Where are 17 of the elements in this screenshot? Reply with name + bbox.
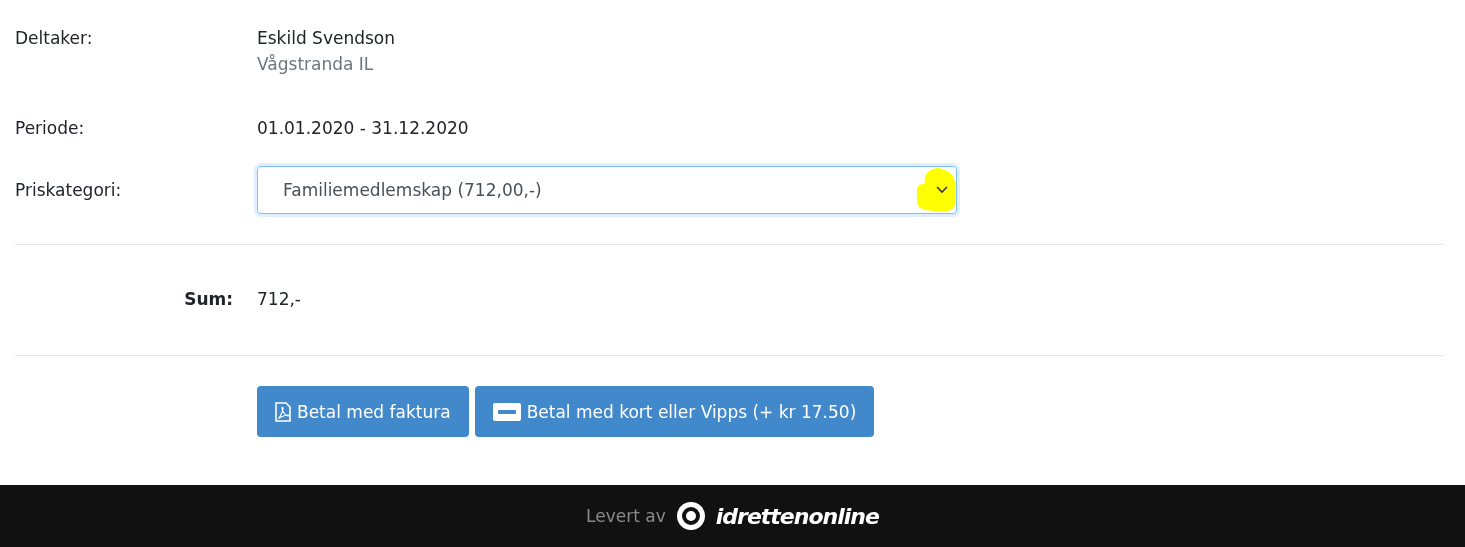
pdf-file-icon xyxy=(275,401,291,422)
price-category-select[interactable]: Familiemedlemskap (712,00,-) xyxy=(257,166,957,214)
participant-name: Eskild Svendson xyxy=(257,28,395,48)
target-logo-icon xyxy=(675,501,706,531)
sum-value: 712,- xyxy=(257,289,301,309)
period-value: 01.01.2020 - 31.12.2020 xyxy=(257,118,469,138)
pay-card-button[interactable]: Betal med kort eller Vipps (+ kr 17.50) xyxy=(474,386,875,437)
club-name: Vågstranda IL xyxy=(257,54,375,74)
brand-name: idrettenonline xyxy=(715,503,879,529)
credit-card-icon xyxy=(492,402,521,421)
field-label: Deltaker: xyxy=(15,28,94,50)
field-label: Priskategori: xyxy=(15,180,123,200)
pay-invoice-button[interactable]: Betal med faktura xyxy=(257,386,469,437)
chevron-down-icon xyxy=(936,186,948,194)
sum-label: Sum: xyxy=(183,289,234,309)
field-label: Periode: xyxy=(15,118,86,138)
footer-text: Levert av xyxy=(586,506,666,526)
